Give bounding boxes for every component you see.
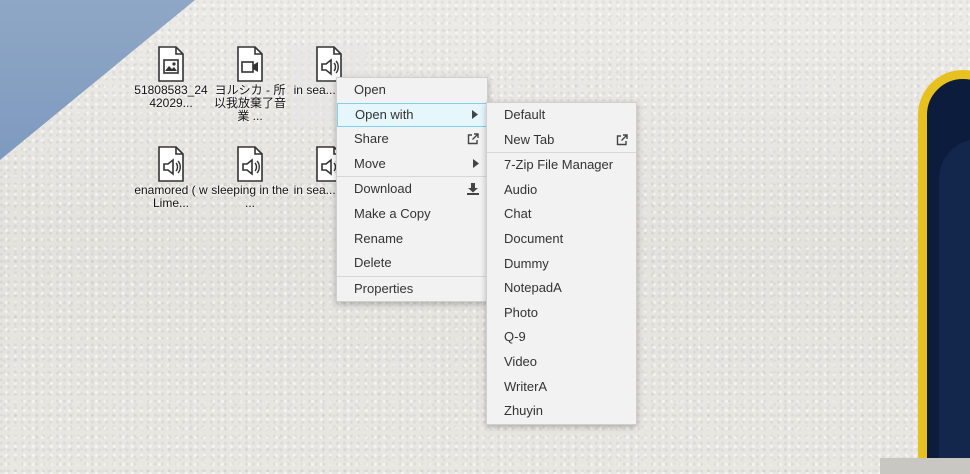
desktop-icon-1[interactable]: 51808583_2442029... xyxy=(132,46,210,110)
open-with-submenu: Default New Tab 7-Zip File Manager Audio… xyxy=(486,102,637,425)
submenu-item-label: Dummy xyxy=(504,255,549,271)
submenu-item-label: Q-9 xyxy=(504,329,526,345)
menu-item-label: Make a Copy xyxy=(354,205,431,221)
desktop-icon-label: sleeping in the ... xyxy=(211,183,289,210)
submenu-item-zhuyin[interactable]: Zhuyin xyxy=(487,399,636,424)
menu-item-label: Download xyxy=(354,181,412,197)
image-file-icon xyxy=(156,46,186,82)
menu-item-properties[interactable]: Properties xyxy=(337,277,487,302)
submenu-item-label: WriterA xyxy=(504,378,548,394)
menu-item-label: Move xyxy=(354,155,386,171)
download-icon xyxy=(467,177,479,202)
menu-item-label: Share xyxy=(354,131,389,147)
submenu-item-video[interactable]: Video xyxy=(487,350,636,375)
submenu-item-label: New Tab xyxy=(504,131,555,147)
menu-item-open[interactable]: Open xyxy=(337,78,487,103)
menu-item-download[interactable]: Download xyxy=(337,177,487,202)
menu-item-label: Open with xyxy=(355,106,414,122)
menu-item-label: Open xyxy=(354,82,386,97)
submenu-item-chat[interactable]: Chat xyxy=(487,202,636,227)
submenu-item-label: Audio xyxy=(504,181,538,197)
menu-item-move[interactable]: Move xyxy=(337,152,487,177)
submenu-item-label: 7-Zip File Manager xyxy=(504,157,614,173)
submenu-item-label: Video xyxy=(504,353,538,369)
menu-item-delete[interactable]: Delete xyxy=(337,251,487,276)
audio-file-icon xyxy=(156,146,186,182)
submenu-item-label: Photo xyxy=(504,304,538,320)
menu-item-make-a-copy[interactable]: Make a Copy xyxy=(337,202,487,227)
submenu-item-label: Zhuyin xyxy=(504,403,544,419)
submenu-item-7zip[interactable]: 7-Zip File Manager xyxy=(487,153,636,178)
submenu-item-photo[interactable]: Photo xyxy=(487,301,636,326)
submenu-item-dummy[interactable]: Dummy xyxy=(487,252,636,277)
desktop-icon-label: enamored ( w Lime... xyxy=(134,183,208,210)
menu-item-label: Rename xyxy=(354,230,404,246)
submenu-item-label: Document xyxy=(504,230,564,246)
audio-file-icon xyxy=(235,146,265,182)
external-link-icon xyxy=(616,128,628,153)
menu-item-rename[interactable]: Rename xyxy=(337,227,487,252)
desktop-icon-2[interactable]: ヨルシカ - 所以我放棄了音業 ... xyxy=(211,46,289,123)
submenu-item-writera[interactable]: WriterA xyxy=(487,375,636,400)
menu-item-label: Delete xyxy=(354,255,392,271)
desktop-icon-4[interactable]: enamored ( w Lime... xyxy=(132,146,210,210)
menu-item-label: Properties xyxy=(354,280,414,296)
desktop-icon-label: 51808583_2442029... xyxy=(134,83,208,110)
submenu-item-document[interactable]: Document xyxy=(487,227,636,252)
menu-item-share[interactable]: Share xyxy=(337,127,487,152)
external-link-icon xyxy=(467,127,479,152)
submenu-item-notepada[interactable]: NotepadA xyxy=(487,276,636,301)
video-file-icon xyxy=(235,46,265,82)
submenu-item-audio[interactable]: Audio xyxy=(487,178,636,203)
submenu-item-new-tab[interactable]: New Tab xyxy=(487,128,636,153)
submenu-item-q9[interactable]: Q-9 xyxy=(487,325,636,350)
desktop-icon-label: ヨルシカ - 所以我放棄了音業 ... xyxy=(213,83,286,123)
submenu-item-label: Default xyxy=(504,107,546,122)
submenu-arrow-icon xyxy=(473,152,479,177)
wallpaper-sill xyxy=(880,458,970,474)
submenu-item-default[interactable]: Default xyxy=(487,103,636,128)
wallpaper-window xyxy=(918,70,970,470)
submenu-arrow-icon xyxy=(472,104,478,127)
context-menu: Open Open with Share Move Download Make … xyxy=(336,77,488,303)
menu-item-open-with[interactable]: Open with xyxy=(337,102,487,128)
desktop-icon-5[interactable]: sleeping in the ... xyxy=(211,146,289,210)
submenu-item-label: Chat xyxy=(504,206,532,222)
submenu-item-label: NotepadA xyxy=(504,280,562,296)
